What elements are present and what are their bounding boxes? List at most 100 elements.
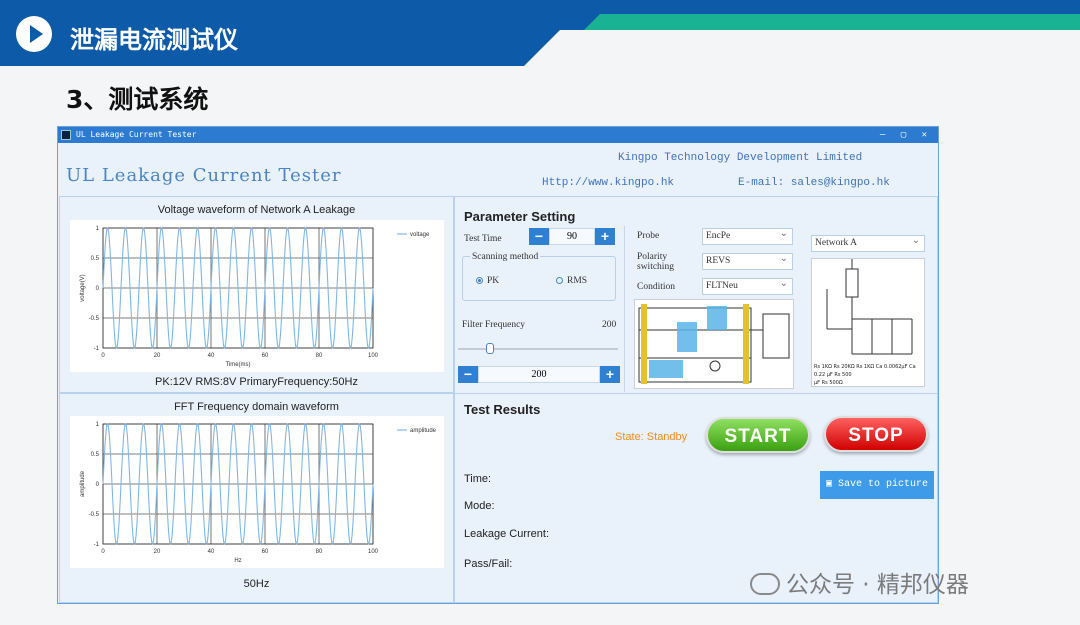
voltage-chart-info: PK:12V RMS:8V PrimaryFrequency:50Hz: [155, 376, 358, 388]
network-caption-line2: μF Rs 500Ω: [814, 380, 843, 386]
x-tick-label: 80: [316, 353, 323, 359]
condition-select[interactable]: FLTNeu: [702, 276, 793, 295]
results-heading: Test Results: [464, 402, 541, 417]
legend-label: voltage: [410, 232, 430, 238]
scan-rms-label: RMS: [567, 276, 588, 286]
test-time-label: Test Time: [464, 234, 502, 244]
result-leakage-label: Leakage Current:: [464, 528, 549, 540]
window-controls[interactable]: – ▢ ✕: [880, 127, 932, 143]
network-diagram-image: Rs 1KΩ Rs 20KΩ Rs 1KΩ Ca 0.0062μF Ca 0.2…: [811, 258, 925, 387]
x-axis-label: Time(ms): [225, 362, 250, 368]
x-tick-label: 60: [262, 549, 269, 555]
probe-label: Probe: [637, 231, 660, 241]
y-tick-label: 0: [96, 482, 100, 488]
x-tick-label: 60: [262, 353, 269, 359]
network-caption: Rs 1KΩ Rs 20KΩ Rs 1KΩ Ca 0.0062μF Ca 0.2…: [814, 363, 924, 387]
fft-chart-info: 50Hz: [243, 578, 270, 590]
y-tick-label: 1: [96, 422, 100, 428]
test-time-input[interactable]: 90: [549, 228, 595, 245]
save-picture-button[interactable]: ▣ Save to picture: [820, 471, 934, 499]
network-schematic: [826, 259, 913, 355]
test-time-plus-button[interactable]: +: [595, 228, 615, 245]
fft-chart-panel: FFT Frequency domain waveform 0 20 40 60 80 1…: [59, 393, 454, 603]
x-tick-label: 20: [154, 549, 161, 555]
filter-slider-track[interactable]: [458, 348, 618, 350]
filter-input[interactable]: 200: [478, 366, 600, 383]
x-tick-label: 40: [208, 353, 215, 359]
banner-title: 泄漏电流测试仪: [70, 26, 238, 54]
y-tick-label: -1: [94, 346, 100, 352]
fft-chart-svg: 0 20 40 60 80 100 1 0.5 0 -0.5 -1 amplitude Hz amplit…: [80, 422, 437, 564]
scanning-method-label: Scanning method: [470, 252, 541, 262]
polarity-select[interactable]: REVS: [702, 251, 793, 270]
radio-checked-icon: [476, 277, 483, 284]
header-banner: 泄漏电流测试仪: [0, 0, 1080, 66]
x-tick-label: 0: [101, 353, 105, 359]
filter-minus-button[interactable]: −: [458, 366, 478, 383]
voltage-plot: 0 20 40 60 80 100 1 0.5 0 -0.5 -1 voltage Time(ms) vo…: [70, 220, 444, 372]
y-axis-label: amplitude: [80, 470, 86, 497]
x-tick-label: 40: [208, 549, 215, 555]
radio-unchecked-icon: [556, 277, 563, 284]
email-link[interactable]: E-mail: sales@kingpo.hk: [738, 177, 890, 189]
x-tick-label: 100: [368, 353, 379, 359]
scan-pk-radio[interactable]: PK: [476, 276, 499, 286]
company-name: Kingpo Technology Development Limited: [618, 152, 863, 164]
network-select[interactable]: Network A: [811, 233, 925, 252]
fft-chart-title: FFT Frequency domain waveform: [174, 401, 339, 413]
wechat-icon: [750, 573, 780, 595]
result-mode-label: Mode:: [464, 500, 495, 512]
state-status: State: Standby: [615, 431, 688, 443]
network-caption-line1: Rs 1KΩ Rs 20KΩ Rs 1KΩ Ca 0.0062μF Ca 0.2…: [814, 364, 916, 378]
voltage-chart-svg: 0 20 40 60 80 100 1 0.5 0 -0.5 -1 voltage Time(ms) vo…: [80, 226, 430, 368]
filter-frequency-value: 200: [602, 320, 617, 330]
filter-frequency-label: Filter Frequency: [462, 320, 526, 330]
y-tick-label: 1: [96, 226, 100, 232]
y-tick-label: -1: [94, 542, 100, 548]
x-tick-label: 20: [154, 353, 161, 359]
probe-select[interactable]: EncPe: [702, 226, 793, 245]
result-time-label: Time:: [464, 473, 492, 485]
divider: [454, 393, 938, 394]
circuit-schematic: [638, 304, 790, 384]
legend-label: amplitude: [410, 428, 437, 434]
polarity-label: Polarity switching: [637, 252, 674, 272]
filter-slider-thumb[interactable]: [486, 343, 494, 354]
y-tick-label: 0: [96, 286, 100, 292]
fft-plot: 0 20 40 60 80 100 1 0.5 0 -0.5 -1 amplitude Hz amplit…: [70, 416, 444, 568]
x-tick-label: 100: [368, 549, 379, 555]
x-tick-label: 0: [101, 549, 105, 555]
scan-pk-label: PK: [487, 276, 500, 286]
condition-label: Condition: [637, 282, 676, 292]
watermark-text: 公众号 · 精邦仪器: [786, 572, 969, 598]
test-time-minus-button[interactable]: −: [529, 228, 549, 245]
y-tick-label: -0.5: [89, 316, 100, 322]
voltage-chart-title: Voltage waveform of Network A Leakage: [157, 204, 356, 216]
app-icon: [61, 130, 71, 140]
app-title: UL Leakage Current Tester: [66, 165, 342, 186]
stop-button[interactable]: STOP: [824, 416, 928, 452]
window-titlebar: UL Leakage Current Tester – ▢ ✕: [58, 127, 938, 143]
scan-rms-radio[interactable]: RMS: [556, 276, 587, 286]
filter-plus-button[interactable]: +: [600, 366, 620, 383]
start-button[interactable]: START: [706, 417, 810, 453]
x-axis-label: Hz: [234, 558, 241, 564]
y-tick-label: 0.5: [91, 452, 100, 458]
save-picture-label: Save to picture: [838, 479, 929, 490]
circuit-diagram-image: [634, 299, 794, 389]
app-window: UL Leakage Current Tester – ▢ ✕ UL Leaka…: [57, 126, 939, 604]
section-title: 3、测试系统: [66, 85, 209, 114]
divider: [624, 226, 625, 392]
website-link[interactable]: Http://www.kingpo.hk: [542, 177, 674, 189]
y-tick-label: -0.5: [89, 512, 100, 518]
x-tick-label: 80: [316, 549, 323, 555]
image-icon: ▣: [825, 479, 838, 490]
play-icon: [16, 16, 52, 52]
voltage-chart-panel: Voltage waveform of Network A Leakage 0 2…: [59, 196, 454, 393]
y-axis-label: voltage(V): [80, 274, 86, 301]
result-passfail-label: Pass/Fail:: [464, 558, 513, 570]
watermark: 公众号 · 精邦仪器: [750, 565, 969, 599]
parameter-heading: Parameter Setting: [464, 209, 576, 224]
y-tick-label: 0.5: [91, 256, 100, 262]
window-title: UL Leakage Current Tester: [76, 130, 197, 139]
